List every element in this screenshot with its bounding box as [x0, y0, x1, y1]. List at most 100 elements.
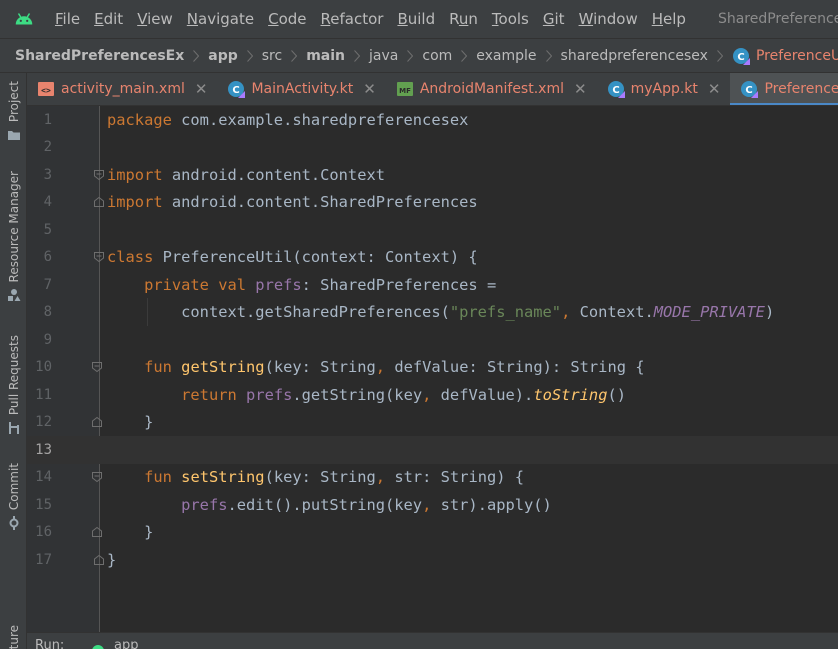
line-number: 17	[35, 551, 52, 568]
xml-file-icon: <>	[38, 82, 54, 96]
tab-label: MainActivity.kt	[251, 81, 354, 97]
line-number: 8	[43, 304, 52, 321]
chevron-right-icon	[461, 49, 468, 62]
folder-icon	[7, 131, 20, 141]
breadcrumb: SharedPreferencesEx app src main java co…	[0, 38, 838, 73]
fold-close-icon[interactable]	[93, 554, 105, 566]
code-line-current: 13	[27, 436, 838, 464]
tool-window-resource-manager[interactable]: Resource Manager	[0, 171, 27, 302]
menu-view[interactable]: View	[137, 10, 173, 28]
chevron-right-icon	[407, 49, 414, 62]
breadcrumb-main[interactable]: main	[306, 48, 345, 64]
chevron-right-icon	[717, 49, 723, 62]
tab-preference-util-kt[interactable]: C PreferenceUtil.kt	[730, 73, 838, 105]
svg-text:MF: MF	[399, 87, 411, 95]
line-number: 2	[43, 139, 52, 156]
commit-icon	[9, 516, 18, 531]
fold-open-icon[interactable]	[91, 471, 103, 483]
fold-open-icon[interactable]	[93, 169, 105, 181]
chevron-right-icon	[545, 49, 552, 62]
code-editor[interactable]: 1 package com.example.sharedpreferencese…	[27, 106, 838, 632]
menu-tools[interactable]: Tools	[492, 10, 529, 28]
line-number: 1	[43, 111, 52, 128]
svg-text:C: C	[233, 85, 240, 96]
tool-window-structure-label: Structure	[7, 625, 21, 649]
breadcrumb-module[interactable]: app	[208, 48, 238, 64]
breadcrumb-example[interactable]: example	[476, 48, 536, 64]
fold-close-icon[interactable]	[93, 196, 105, 208]
code-text: fun setString(key: String, str: String) …	[144, 468, 525, 487]
breadcrumb-src[interactable]: src	[262, 48, 282, 64]
tool-window-project[interactable]: Project	[0, 81, 27, 142]
code-line: 14 fun setString(key: String, str: Strin…	[27, 464, 838, 492]
line-number: 7	[43, 276, 52, 293]
tab-my-app-kt[interactable]: C myApp.kt ✕	[597, 73, 731, 105]
code-line: 9	[27, 326, 838, 354]
chevron-right-icon	[246, 49, 253, 62]
line-number: 5	[43, 221, 52, 238]
code-line: 2	[27, 134, 838, 162]
fold-open-icon[interactable]	[93, 251, 105, 263]
menu-git[interactable]: Git	[543, 10, 565, 28]
fold-open-icon[interactable]	[91, 361, 103, 373]
tool-window-pull-requests-label: Pull Requests	[6, 335, 21, 416]
code-line: 6 class PreferenceUtil(context: Context)…	[27, 244, 838, 272]
breadcrumb-project[interactable]: SharedPreferencesEx	[15, 48, 184, 64]
menu-edit[interactable]: Edit	[94, 10, 123, 28]
run-config-app[interactable]: app	[114, 638, 138, 649]
line-number: 15	[35, 496, 52, 513]
breadcrumb-com[interactable]: com	[422, 48, 452, 64]
kotlin-class-icon: C	[741, 81, 759, 98]
chevron-right-icon	[193, 49, 200, 62]
kotlin-class-icon: C	[228, 81, 246, 98]
menu-run[interactable]: Run	[449, 10, 478, 28]
fold-close-icon[interactable]	[91, 526, 103, 538]
chevron-right-icon	[291, 49, 298, 62]
fold-close-icon[interactable]	[91, 416, 103, 428]
android-app-icon	[92, 645, 104, 649]
close-icon[interactable]: ✕	[708, 80, 721, 98]
run-tool-window-header: Run: app	[27, 632, 838, 649]
breadcrumb-package[interactable]: sharedpreferencesex	[561, 48, 708, 64]
close-icon[interactable]: ✕	[195, 80, 208, 98]
tool-window-commit-label: Commit	[6, 463, 21, 511]
code-line: 5	[27, 216, 838, 244]
code-text: import android.content.SharedPreferences	[107, 193, 478, 212]
code-text: return prefs.getString(key, defValue).to…	[181, 385, 627, 404]
code-text: import android.content.Context	[107, 165, 385, 184]
code-line: 1 package com.example.sharedpreferencese…	[27, 106, 838, 134]
line-number: 12	[35, 414, 52, 431]
menu-build[interactable]: Build	[397, 10, 435, 28]
menu-code[interactable]: Code	[268, 10, 306, 28]
tab-activity-main-xml[interactable]: <> activity_main.xml ✕	[27, 73, 217, 105]
line-number: 3	[43, 166, 52, 183]
line-number: 14	[35, 469, 52, 486]
line-number: 11	[35, 386, 52, 403]
code-text: }	[107, 550, 117, 569]
menu-navigate[interactable]: Navigate	[187, 10, 254, 28]
tool-window-pull-requests[interactable]: Pull Requests	[0, 335, 27, 435]
code-line: 15 prefs.edit().putString(key, str).appl…	[27, 491, 838, 519]
window-title: SharedPreferencesEx	[717, 11, 838, 27]
code-text: fun getString(key: String, defValue: Str…	[144, 358, 645, 377]
code-text: package com.example.sharedpreferencesex	[107, 110, 469, 129]
menu-bar: File Edit View Navigate Code Refactor Bu…	[0, 0, 838, 38]
breadcrumb-java[interactable]: java	[369, 48, 398, 64]
menu-refactor[interactable]: Refactor	[321, 10, 384, 28]
android-logo-icon[interactable]	[13, 8, 35, 30]
tool-window-structure[interactable]: Structure	[0, 625, 27, 649]
tool-window-strip: Project Resource Manager Pull Requests C…	[0, 73, 27, 649]
tool-window-commit[interactable]: Commit	[0, 463, 27, 531]
close-icon[interactable]: ✕	[363, 80, 376, 98]
menu-window[interactable]: Window	[579, 10, 638, 28]
menu-help[interactable]: Help	[652, 10, 686, 28]
code-line: 8 context.getSharedPreferences("prefs_na…	[27, 299, 838, 327]
breadcrumb-class[interactable]: PreferenceUtil	[756, 48, 838, 64]
tab-main-activity-kt[interactable]: C MainActivity.kt ✕	[217, 73, 385, 105]
code-line: 17 }	[27, 546, 838, 574]
menu-file[interactable]: File	[55, 10, 80, 28]
svg-text:C: C	[612, 85, 619, 96]
tab-android-manifest-xml[interactable]: MF AndroidManifest.xml ✕	[386, 73, 597, 105]
close-icon[interactable]: ✕	[574, 80, 587, 98]
code-text: prefs.edit().putString(key, str).apply()	[181, 495, 552, 514]
